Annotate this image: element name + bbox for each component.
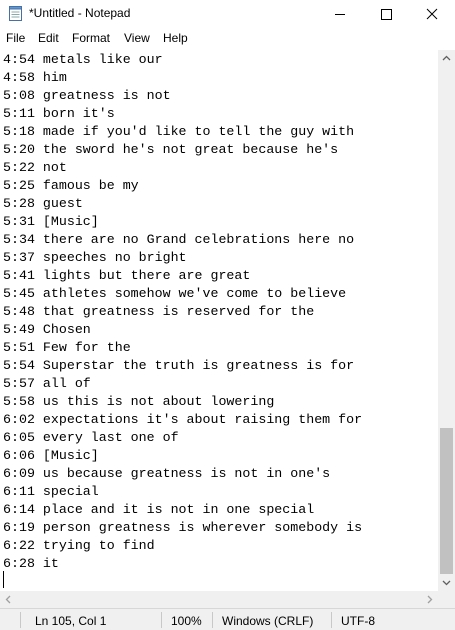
encoding: UTF-8 [341,614,375,628]
status-separator [331,612,332,628]
text-line: 5:20 the sword he's not great because he… [3,142,339,157]
text-line: 5:34 there are no Grand celebrations her… [3,232,355,247]
text-line: 6:06 [Music] [3,448,99,463]
text-line: 5:08 greatness is not [3,88,171,103]
menu-view[interactable]: View [124,31,150,45]
cursor-position: Ln 105, Col 1 [35,614,107,628]
text-line: 5:58 us this is not about lowering [3,394,275,409]
text-line: 6:05 every last one of [3,430,179,445]
notepad-icon [9,6,22,21]
text-line: 6:02 expectations it's about raising the… [3,412,363,427]
close-button[interactable] [409,0,455,28]
menu-edit[interactable]: Edit [38,31,59,45]
text-line: 4:54 metals like our [3,52,163,67]
text-line: 5:54 Superstar the truth is greatness is… [3,358,355,373]
text-line: 5:48 that greatness is reserved for the [3,304,315,319]
status-separator [20,612,21,628]
scroll-left-arrow-icon[interactable] [0,591,17,608]
text-line: 6:09 us because greatness is not in one'… [3,466,331,481]
text-line: 5:41 lights but there are great [3,268,251,283]
text-line: 5:22 not [3,160,67,175]
text-line: 5:31 [Music] [3,214,99,229]
vertical-scroll-thumb[interactable] [440,428,453,574]
text-line: 5:57 all of [3,376,91,391]
text-line: 5:28 guest [3,196,83,211]
text-line: 6:22 trying to find [3,538,155,553]
window-title: *Untitled - Notepad [29,6,131,20]
scroll-right-arrow-icon[interactable] [421,591,438,608]
text-line: 5:49 Chosen [3,322,91,337]
scroll-down-arrow-icon[interactable] [438,574,455,591]
menu-format[interactable]: Format [72,31,110,45]
editor-content[interactable]: 4:54 metals like our 4:58 him 5:08 greatne… [3,51,362,573]
menu-bar: File Edit Format View Help [0,29,455,49]
text-line: 5:11 born it's [3,106,115,121]
text-caret [3,571,4,588]
minimize-button[interactable] [317,0,363,28]
line-ending: Windows (CRLF) [222,614,314,628]
text-line: 5:37 speeches no bright [3,250,187,265]
text-line: 6:28 it [3,556,59,571]
text-line: 6:19 person greatness is wherever somebo… [3,520,363,535]
status-separator [161,612,162,628]
title-bar[interactable]: *Untitled - Notepad [0,0,455,28]
maximize-button[interactable] [363,0,409,28]
text-line: 5:45 athletes somehow we've come to beli… [3,286,347,301]
zoom-level: 100% [171,614,202,628]
text-line: 6:14 place and it is not in one special [3,502,315,517]
text-line: 6:11 special [3,484,99,499]
status-bar: Ln 105, Col 1 100% Windows (CRLF) UTF-8 [0,608,455,630]
scroll-up-arrow-icon[interactable] [438,50,455,67]
horizontal-scrollbar[interactable] [0,591,438,608]
scrollbar-corner [438,591,455,608]
status-separator [212,612,213,628]
text-line: 5:51 Few for the [3,340,131,355]
text-line: 4:58 him [3,70,67,85]
text-editor[interactable]: 4:54 metals like our 4:58 him 5:08 greatne… [0,50,438,591]
menu-file[interactable]: File [6,31,25,45]
text-line: 5:18 made if you'd like to tell the guy … [3,124,355,139]
menu-help[interactable]: Help [163,31,188,45]
text-line: 5:25 famous be my [3,178,139,193]
